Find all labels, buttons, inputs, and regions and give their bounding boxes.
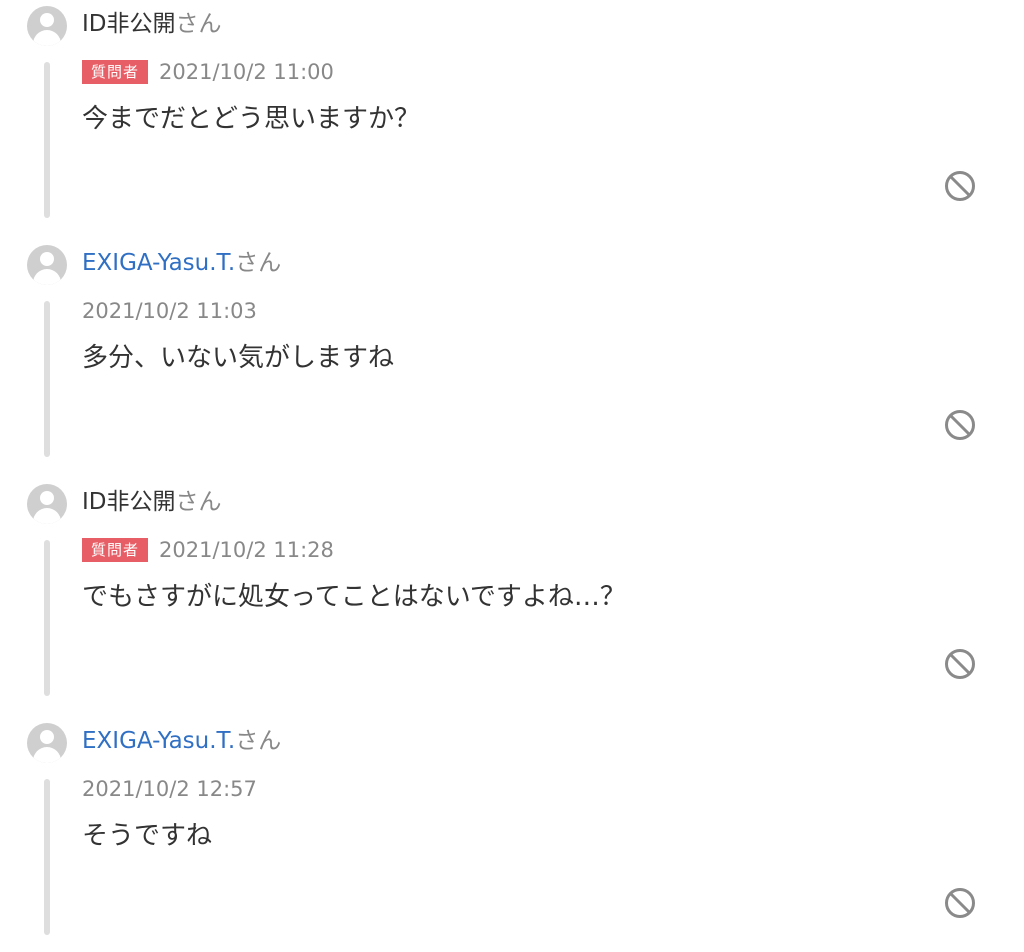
report-prohibited-icon[interactable] <box>944 170 976 202</box>
comment-meta: 2021/10/2 12:57 <box>82 776 257 802</box>
comment-item: ID非公開さん 質問者 2021/10/2 11:00 今までだとどう思いますか… <box>0 0 1024 230</box>
avatar-icon[interactable] <box>27 245 67 285</box>
comment-text: 今までだとどう思いますか？ <box>82 104 421 134</box>
report-prohibited-icon[interactable] <box>944 648 976 680</box>
author-honorific: さん <box>235 250 282 276</box>
report-prohibited-icon[interactable] <box>944 887 976 919</box>
thread-line <box>44 779 50 935</box>
comment-timestamp: 2021/10/2 11:00 <box>159 60 334 84</box>
author-name: ID非公開 <box>82 11 176 37</box>
questioner-badge: 質問者 <box>82 538 149 562</box>
author-honorific: さん <box>175 11 222 37</box>
comment-item: EXIGA-Yasu.T.さん 2021/10/2 12:57 そうですね <box>0 717 1024 947</box>
comment-text: でもさすがに処女ってことはないですよね…？ <box>82 582 626 612</box>
comment-author: ID非公開さん <box>82 487 222 517</box>
comment-meta: 2021/10/2 11:03 <box>82 298 257 324</box>
thread-line <box>44 301 50 457</box>
avatar-icon[interactable] <box>27 723 67 763</box>
comment-timestamp: 2021/10/2 12:57 <box>82 777 257 801</box>
comment-timestamp: 2021/10/2 11:28 <box>159 538 334 562</box>
questioner-badge: 質問者 <box>82 60 149 84</box>
avatar-icon <box>27 6 67 46</box>
author-name-link[interactable]: EXIGA-Yasu.T. <box>82 728 235 754</box>
author-honorific: さん <box>175 489 222 515</box>
author-honorific: さん <box>235 728 282 754</box>
comment-text: 多分、いない気がしますね <box>82 343 395 373</box>
comment-author: EXIGA-Yasu.T.さん <box>82 248 281 278</box>
report-prohibited-icon[interactable] <box>944 409 976 441</box>
author-name-link[interactable]: EXIGA-Yasu.T. <box>82 250 235 276</box>
comment-author: ID非公開さん <box>82 9 222 39</box>
comment-author: EXIGA-Yasu.T.さん <box>82 726 281 756</box>
avatar-icon <box>27 484 67 524</box>
comment-meta: 質問者 2021/10/2 11:00 <box>82 59 334 85</box>
thread-line <box>44 62 50 218</box>
comment-item: ID非公開さん 質問者 2021/10/2 11:28 でもさすがに処女ってこと… <box>0 478 1024 708</box>
comment-item: EXIGA-Yasu.T.さん 2021/10/2 11:03 多分、いない気が… <box>0 239 1024 469</box>
author-name: ID非公開 <box>82 489 176 515</box>
comment-meta: 質問者 2021/10/2 11:28 <box>82 537 334 563</box>
comment-text: そうですね <box>82 821 213 851</box>
comment-thread: ID非公開さん 質問者 2021/10/2 11:00 今までだとどう思いますか… <box>0 0 1024 952</box>
comment-timestamp: 2021/10/2 11:03 <box>82 299 257 323</box>
thread-line <box>44 540 50 696</box>
